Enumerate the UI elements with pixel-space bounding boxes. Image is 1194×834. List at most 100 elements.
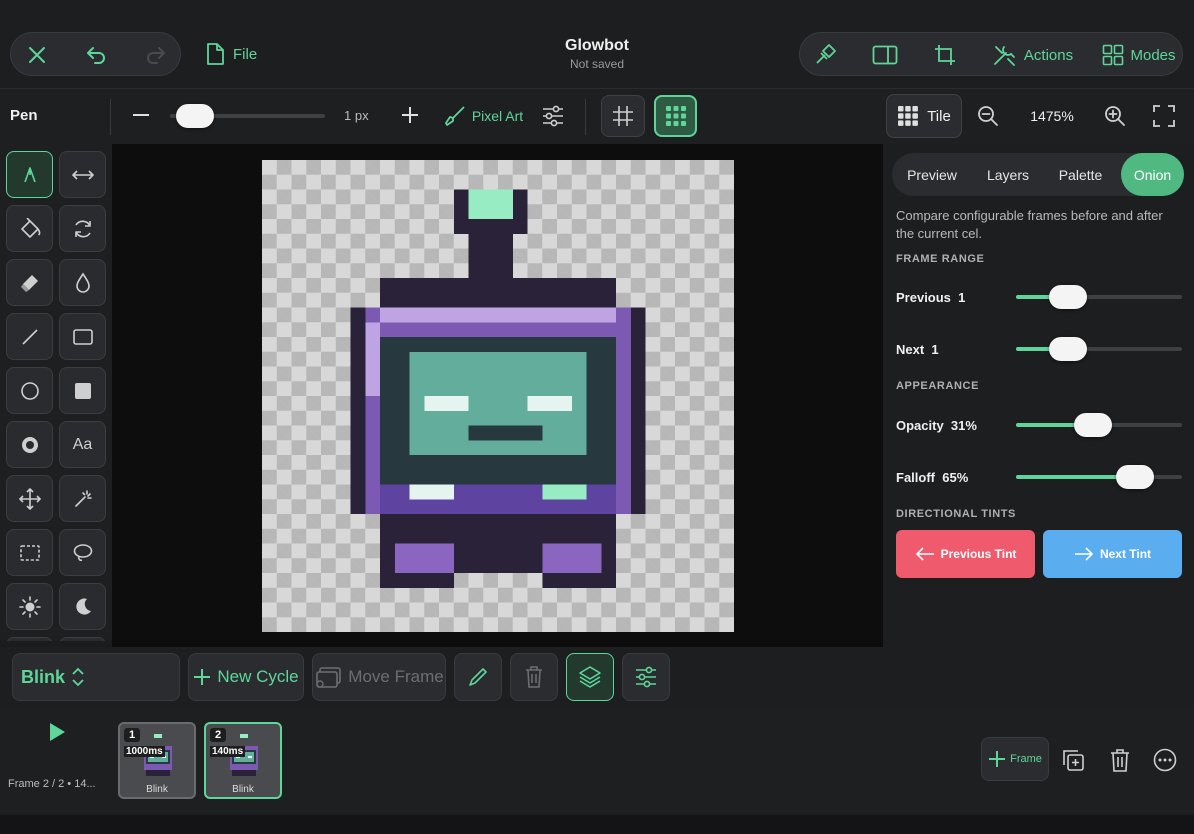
divider [110, 99, 111, 135]
zoom-level: 1475% [1030, 108, 1074, 124]
add-frame-button[interactable]: Frame [981, 737, 1049, 781]
bottom-strip [0, 815, 1194, 834]
marquee-select-icon [19, 544, 40, 561]
grid-toggle-button[interactable] [601, 95, 645, 137]
next-frames-label: Next 1 [896, 342, 939, 357]
divider [585, 99, 586, 135]
rotate-icon [74, 220, 91, 237]
zoom-in-icon[interactable] [1102, 103, 1128, 129]
pen-tool[interactable] [6, 151, 53, 198]
grid-icon [1103, 44, 1124, 66]
timeline-frame-2[interactable]: 2 140ms Blink [204, 722, 282, 799]
tile-button[interactable]: Tile [886, 94, 962, 138]
slider-knob[interactable] [1115, 465, 1154, 489]
previous-tint-label: Previous Tint [940, 547, 1017, 561]
frame-thumbnail [230, 734, 258, 776]
line-icon [21, 328, 38, 345]
next-tint-button[interactable]: Next Tint [1043, 530, 1182, 578]
magic-wand-icon [74, 489, 92, 507]
crop-icon[interactable] [930, 41, 960, 69]
line-tool[interactable] [6, 313, 53, 360]
layers-toggle-button[interactable] [566, 653, 614, 701]
frame-range-heading: FRAME RANGE [896, 253, 985, 265]
undo-icon[interactable] [82, 41, 110, 69]
timeline-frame-1[interactable]: 1 1000ms Blink [118, 722, 196, 799]
tool-palette: Aa [0, 144, 112, 641]
move-frame-button[interactable]: Move Frame [312, 653, 446, 701]
pencil-icon [469, 668, 487, 686]
slider-knob[interactable] [1074, 413, 1113, 437]
file-button[interactable]: File [205, 40, 275, 68]
tab-onion[interactable]: Onion [1121, 153, 1184, 196]
magic-wand-tool[interactable] [59, 475, 106, 522]
fill-tool[interactable] [6, 205, 53, 252]
frame-number: 2 [210, 728, 227, 742]
filled-ellipse-tool[interactable] [6, 421, 53, 468]
cycle-selector[interactable]: Blink [12, 653, 180, 701]
modes-button[interactable]: Modes [1102, 41, 1176, 69]
pixel-grid-toggle-button[interactable] [654, 95, 697, 137]
rotate-tool[interactable] [59, 205, 106, 252]
mirror-tool[interactable] [59, 151, 106, 198]
tab-preview[interactable]: Preview [892, 153, 972, 196]
zoom-out-icon[interactable] [975, 103, 1001, 129]
move-icon [18, 487, 41, 510]
eraser-tool[interactable] [6, 259, 53, 306]
text-tool[interactable]: Aa [59, 421, 106, 468]
slider-knob[interactable] [1049, 337, 1088, 361]
previous-tint-button[interactable]: Previous Tint [896, 530, 1035, 578]
opacity-slider[interactable] [1016, 413, 1182, 437]
new-cycle-button[interactable]: New Cycle [188, 653, 304, 701]
lighten-tool[interactable] [6, 583, 53, 630]
delete-frame-icon[interactable] [1107, 747, 1133, 773]
rectangle-icon [72, 328, 93, 345]
brush-settings-icon[interactable] [540, 103, 566, 129]
ellipse-tool[interactable] [6, 367, 53, 414]
top-bar: File Glowbot Not saved Actions Modes [0, 0, 1194, 88]
cycle-settings-button[interactable] [622, 653, 670, 701]
sidebar-toggle-icon[interactable] [870, 41, 900, 69]
tool-overflow[interactable] [59, 637, 106, 641]
tool-overflow[interactable] [6, 637, 53, 641]
frame-number: 1 [124, 728, 141, 742]
redo-icon[interactable] [142, 41, 170, 69]
next-frames-slider[interactable] [1016, 337, 1182, 361]
arrow-left-icon [915, 547, 934, 561]
size-slider-track[interactable] [170, 104, 325, 128]
eraser-icon [20, 274, 38, 292]
dropper-tool[interactable] [59, 259, 106, 306]
increase-size-icon[interactable] [398, 103, 422, 127]
close-icon[interactable] [23, 41, 51, 69]
next-tint-label: Next Tint [1099, 547, 1152, 561]
delete-cycle-button[interactable] [510, 653, 558, 701]
tab-palette[interactable]: Palette [1044, 153, 1117, 196]
brush-icon [444, 106, 465, 126]
duplicate-frame-icon[interactable] [1060, 747, 1086, 773]
darken-tool[interactable] [59, 583, 106, 630]
file-icon [207, 43, 224, 65]
rectangle-tool[interactable] [59, 313, 106, 360]
actions-button[interactable]: Actions [990, 41, 1075, 69]
lasso-tool[interactable] [59, 529, 106, 576]
more-options-icon[interactable] [1152, 747, 1178, 773]
fullscreen-icon[interactable] [1151, 103, 1177, 129]
opacity-label: Opacity 31% [896, 418, 977, 433]
rect-select-tool[interactable] [6, 529, 53, 576]
previous-frames-slider[interactable] [1016, 285, 1182, 309]
slider-knob[interactable] [1049, 285, 1088, 309]
sprite-canvas[interactable] [262, 160, 734, 632]
tab-layers[interactable]: Layers [972, 153, 1044, 196]
filled-rectangle-tool[interactable] [59, 367, 106, 414]
move-tool[interactable] [6, 475, 53, 522]
falloff-slider[interactable] [1016, 465, 1182, 489]
brush-mode-button[interactable]: Pixel Art [442, 102, 524, 130]
hammer-icon[interactable] [810, 41, 840, 69]
modes-label: Modes [1130, 46, 1176, 64]
document-title: Glowbot [565, 37, 629, 54]
decrease-size-icon[interactable] [129, 103, 153, 127]
filled-square-icon [74, 382, 91, 399]
edit-button[interactable] [454, 653, 502, 701]
play-icon[interactable] [44, 719, 70, 745]
size-slider-knob[interactable] [175, 104, 214, 128]
layers-icon [579, 666, 601, 688]
